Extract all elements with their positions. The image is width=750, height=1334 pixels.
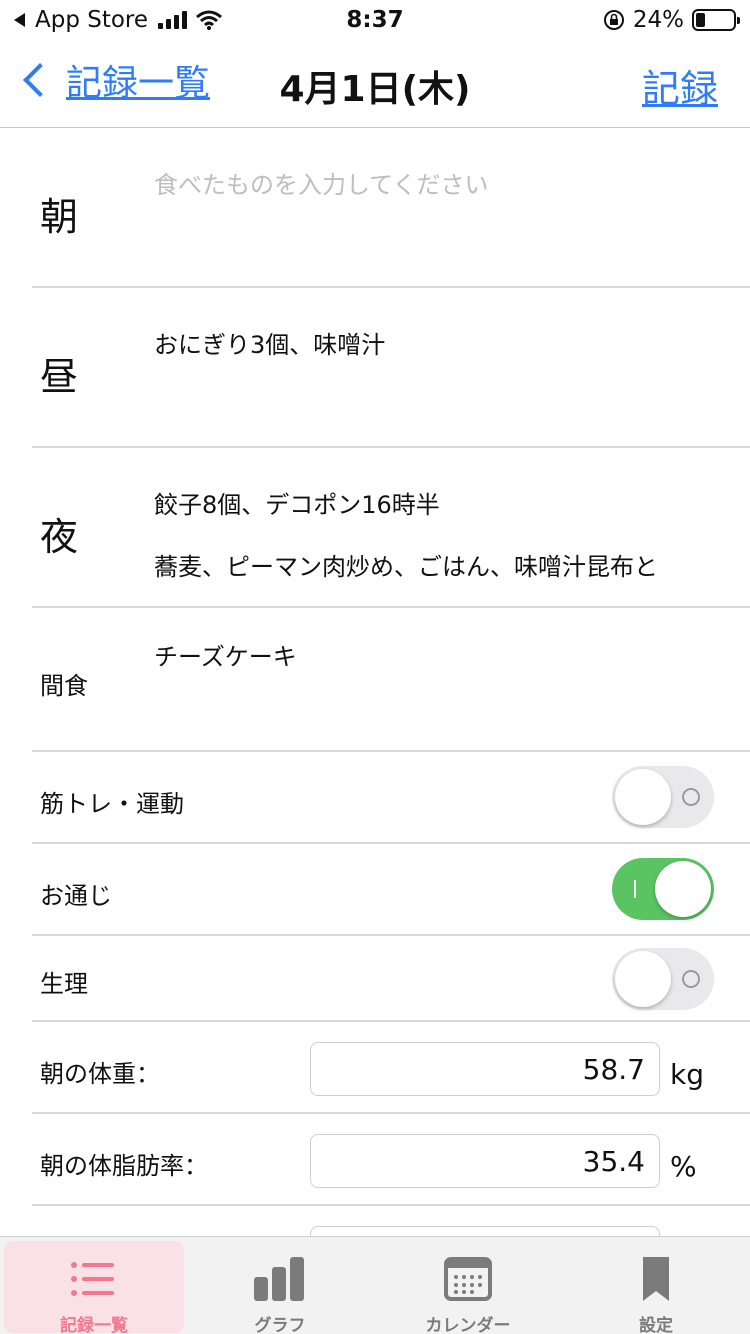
page-title: 4月1日(木): [279, 69, 471, 110]
status-bar: App Store 8:37 24%: [0, 0, 750, 40]
switch-knob: [655, 861, 711, 917]
meal-row-dinner: 夜 餃子8個、デコポン16時半 蕎麦、ピーマン肉炒め、ごはん、味噌汁昆布と: [32, 448, 750, 608]
tab-calendar[interactable]: カレンダー: [378, 1241, 558, 1334]
body-fat-input[interactable]: [310, 1134, 660, 1188]
snack-input[interactable]: チーズケーキ: [154, 642, 734, 672]
tab-record-list[interactable]: 記録一覧: [4, 1241, 184, 1334]
bookmark-icon: [643, 1257, 669, 1301]
toggle-label: 生理: [40, 970, 88, 998]
body-fat-unit: %: [670, 1150, 697, 1183]
list-icon: [71, 1262, 114, 1296]
dinner-input[interactable]: 餃子8個、デコポン16時半 蕎麦、ピーマン肉炒め、ごはん、味噌汁昆布と: [154, 490, 734, 582]
tab-settings[interactable]: 設定: [566, 1241, 746, 1334]
meal-label: 間食: [40, 672, 88, 700]
save-record-button[interactable]: 記録: [642, 58, 718, 113]
calendar-icon: [444, 1257, 492, 1301]
tab-label: カレンダー: [425, 1316, 511, 1334]
meal-row-lunch: 昼 おにぎり3個、味噌汁: [32, 288, 750, 448]
meal-text-line: 餃子8個、デコポン16時半: [154, 491, 440, 519]
exercise-switch[interactable]: [612, 766, 714, 828]
battery-percent: 24%: [632, 7, 684, 33]
tab-label: 設定: [639, 1316, 673, 1334]
breakfast-input[interactable]: 食べたものを入力してください: [154, 170, 734, 200]
weight-row: 朝の体重： kg: [32, 1022, 750, 1114]
meal-label: 朝: [40, 195, 79, 239]
tab-graph[interactable]: グラフ: [190, 1241, 370, 1334]
tab-bar: 記録一覧 グラフ カレンダー 設定: [0, 1236, 750, 1334]
meal-text-line: チーズケーキ: [154, 643, 297, 671]
nav-bar: 記録一覧 4月1日(木) 記録: [0, 40, 750, 128]
meal-row-breakfast: 朝 食べたものを入力してください: [32, 128, 750, 288]
toggle-label: 筋トレ・運動: [40, 790, 184, 818]
status-right: 24%: [603, 7, 740, 33]
meal-label: 昼: [40, 355, 79, 399]
toggle-row-bowel: お通じ: [32, 844, 750, 936]
bowel-movement-switch[interactable]: [612, 858, 714, 920]
meal-row-snack: 間食 チーズケーキ: [32, 608, 750, 752]
battery-level: [696, 13, 705, 27]
orientation-lock-icon: [603, 10, 624, 30]
meal-text-line: 蕎麦、ピーマン肉炒め、ごはん、味噌汁昆布と: [154, 553, 658, 581]
tab-label: グラフ: [254, 1316, 306, 1334]
switch-knob: [615, 951, 671, 1007]
meal-text-line: おにぎり3個、味噌汁: [154, 331, 386, 359]
weight-unit: kg: [670, 1058, 704, 1091]
body-fat-label: 朝の体脂肪率：: [40, 1152, 208, 1180]
lunch-input[interactable]: おにぎり3個、味噌汁: [154, 330, 734, 360]
period-switch[interactable]: [612, 948, 714, 1010]
bar-chart-icon: [254, 1257, 304, 1301]
tab-label: 記録一覧: [60, 1316, 128, 1334]
screen: App Store 8:37 24% 記録一覧 4月1日(木) 記録 朝 食べた…: [0, 0, 750, 1334]
switch-knob: [615, 769, 671, 825]
weight-label: 朝の体重：: [40, 1060, 160, 1088]
meal-label: 夜: [40, 515, 79, 559]
body-fat-row: 朝の体脂肪率： %: [32, 1114, 750, 1206]
battery-icon: [692, 9, 740, 31]
weight-input[interactable]: [310, 1042, 660, 1096]
toggle-row-period: 生理: [32, 936, 750, 1022]
toggle-row-exercise: 筋トレ・運動: [32, 752, 750, 844]
toggle-label: お通じ: [40, 882, 112, 910]
